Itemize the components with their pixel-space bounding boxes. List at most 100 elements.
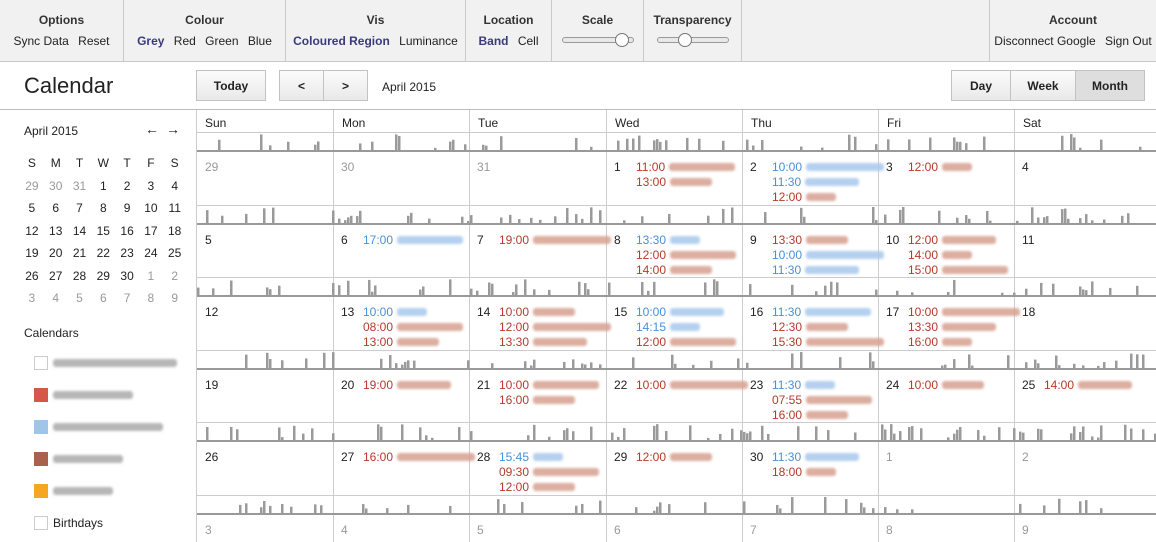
mini-day[interactable]: 31 [68, 179, 92, 193]
calendar-event[interactable]: 12:00 [499, 320, 612, 334]
scale-slider-handle[interactable] [614, 33, 629, 47]
prev-month-button[interactable]: < [279, 70, 324, 101]
day-number[interactable]: 30 [341, 160, 354, 174]
mini-day[interactable]: 8 [91, 201, 115, 215]
calendar-event[interactable]: 11:30 [772, 378, 836, 392]
calendar-event[interactable]: 10:00 [772, 248, 885, 262]
mini-day[interactable]: 8 [139, 291, 163, 305]
mini-day[interactable]: 29 [91, 269, 115, 283]
calendar-color-checkbox[interactable] [34, 420, 48, 434]
mini-day[interactable]: 27 [44, 269, 68, 283]
mini-day[interactable]: 17 [139, 224, 163, 238]
calendar-event[interactable]: 13:30 [908, 320, 997, 334]
mini-day[interactable]: 7 [115, 291, 139, 305]
mini-day[interactable]: 21 [68, 246, 92, 260]
mini-day[interactable]: 3 [139, 179, 163, 193]
calendar-event[interactable]: 10:00 [499, 305, 576, 319]
day-number[interactable]: 3 [886, 160, 893, 174]
calendar-event[interactable]: 07:55 [772, 393, 873, 407]
calendar-event[interactable]: 15:45 [499, 450, 564, 464]
mini-day[interactable]: 30 [115, 269, 139, 283]
calendar-event[interactable]: 19:00 [499, 233, 612, 247]
mini-day[interactable]: 2 [115, 179, 139, 193]
scale-slider[interactable] [561, 33, 634, 47]
day-number[interactable]: 23 [750, 378, 763, 392]
calendar-event[interactable]: 16:00 [363, 450, 476, 464]
mini-day[interactable]: 14 [68, 224, 92, 238]
calendar-event[interactable]: 13:00 [363, 335, 440, 349]
day-number[interactable]: 4 [341, 523, 348, 537]
colour-grey-option[interactable]: Grey [137, 34, 164, 48]
day-number[interactable]: 24 [886, 378, 899, 392]
day-number[interactable]: 1 [614, 160, 621, 174]
calendar-event[interactable]: 11:30 [772, 263, 860, 277]
mini-day[interactable]: 26 [20, 269, 44, 283]
day-number[interactable]: 29 [205, 160, 218, 174]
day-number[interactable]: 22 [614, 378, 627, 392]
mini-day[interactable]: 11 [163, 201, 187, 215]
calendar-color-checkbox[interactable] [34, 388, 48, 402]
calendar-event[interactable]: 11:30 [772, 305, 872, 319]
colour-red-option[interactable]: Red [174, 34, 196, 48]
mini-day[interactable]: 7 [68, 201, 92, 215]
mini-day[interactable]: 12 [20, 224, 44, 238]
mini-day[interactable]: 16 [115, 224, 139, 238]
day-number[interactable]: 30 [750, 450, 763, 464]
calendar-event[interactable]: 16:00 [772, 408, 849, 422]
calendar-event[interactable]: 10:00 [499, 378, 600, 392]
mini-day[interactable]: 29 [20, 179, 44, 193]
mini-day[interactable]: 6 [44, 201, 68, 215]
vis-luminance-option[interactable]: Luminance [399, 34, 458, 48]
calendar-color-checkbox[interactable] [34, 452, 48, 466]
week-view-button[interactable]: Week [1010, 70, 1076, 101]
calendar-item[interactable] [34, 355, 177, 371]
day-number[interactable]: 7 [477, 233, 484, 247]
day-number[interactable]: 5 [477, 523, 484, 537]
calendar-event[interactable]: 08:00 [363, 320, 464, 334]
mini-day[interactable]: 23 [115, 246, 139, 260]
location-band-option[interactable]: Band [478, 34, 508, 48]
day-number[interactable]: 27 [341, 450, 354, 464]
calendar-event[interactable]: 16:00 [499, 393, 576, 407]
day-number[interactable]: 20 [341, 378, 354, 392]
day-number[interactable]: 4 [1022, 160, 1029, 174]
day-number[interactable]: 15 [614, 305, 627, 319]
calendar-event[interactable]: 10:00 [363, 305, 428, 319]
day-number[interactable]: 29 [614, 450, 627, 464]
calendar-event[interactable]: 11:30 [772, 175, 860, 189]
calendar-event[interactable]: 10:00 [908, 378, 985, 392]
vis-coloured-region-option[interactable]: Coloured Region [293, 34, 390, 48]
day-number[interactable]: 19 [205, 378, 218, 392]
day-number[interactable]: 31 [477, 160, 490, 174]
calendar-event[interactable]: 12:00 [908, 233, 997, 247]
calendar-event[interactable]: 12:00 [636, 248, 737, 262]
calendar-event[interactable]: 10:00 [636, 305, 725, 319]
calendar-color-checkbox[interactable] [34, 356, 48, 370]
calendar-event[interactable]: 12:00 [772, 190, 837, 204]
mini-day[interactable]: 18 [163, 224, 187, 238]
calendar-event[interactable]: 17:00 [363, 233, 464, 247]
day-number[interactable]: 21 [477, 378, 490, 392]
mini-day[interactable]: 6 [91, 291, 115, 305]
day-number[interactable]: 14 [477, 305, 490, 319]
sign-out-button[interactable]: Sign Out [1105, 34, 1152, 48]
calendar-event[interactable]: 11:30 [772, 450, 860, 464]
calendar-event[interactable]: 10:00 [772, 160, 885, 174]
day-number[interactable]: 11 [1022, 233, 1034, 247]
calendar-event[interactable]: 15:00 [908, 263, 1009, 277]
mini-day[interactable]: 4 [44, 291, 68, 305]
day-number[interactable]: 12 [205, 305, 218, 319]
mini-day[interactable]: 3 [20, 291, 44, 305]
month-view-button[interactable]: Month [1075, 70, 1145, 101]
day-number[interactable]: 8 [614, 233, 621, 247]
day-number[interactable]: 2 [1022, 450, 1029, 464]
day-view-button[interactable]: Day [951, 70, 1011, 101]
colour-green-option[interactable]: Green [205, 34, 238, 48]
day-number[interactable]: 13 [341, 305, 354, 319]
calendar-event[interactable]: 13:30 [636, 233, 701, 247]
calendar-event[interactable]: 12:30 [772, 320, 849, 334]
mini-day[interactable]: 25 [163, 246, 187, 260]
day-number[interactable]: 5 [205, 233, 212, 247]
mini-day[interactable]: 30 [44, 179, 68, 193]
mini-day[interactable]: 20 [44, 246, 68, 260]
